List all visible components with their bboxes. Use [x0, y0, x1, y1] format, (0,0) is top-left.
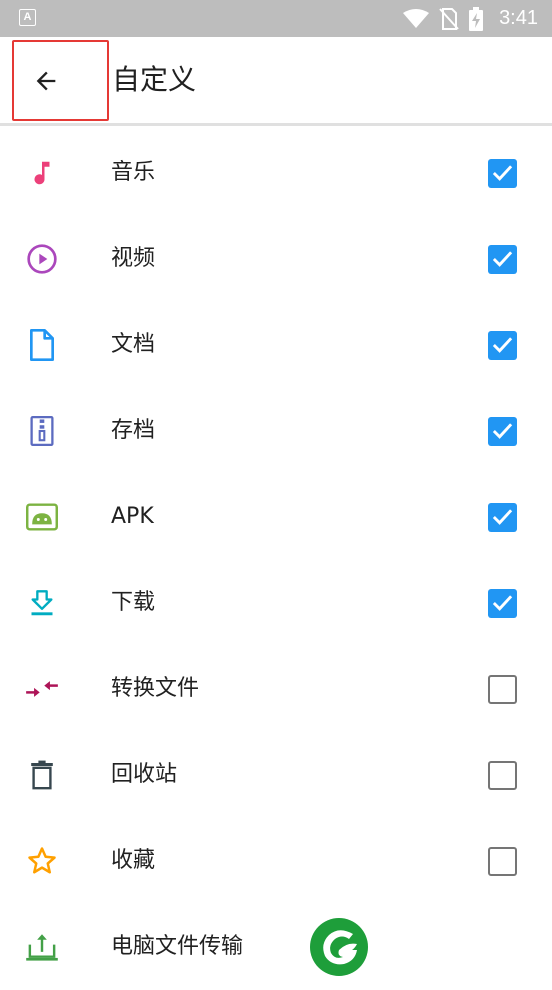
list-item-label: 存档	[111, 418, 156, 443]
page-title: 自定义	[112, 63, 197, 96]
no-sim-icon	[439, 7, 459, 30]
wifi-icon	[403, 8, 430, 28]
toolbar-divider	[0, 123, 552, 126]
checkbox[interactable]	[488, 417, 517, 446]
document-icon	[25, 328, 59, 362]
android-icon	[25, 500, 59, 534]
list-item-downloads[interactable]: 下载	[0, 560, 552, 646]
play-circle-icon	[25, 242, 59, 276]
trash-icon	[25, 758, 59, 792]
list-item-label: 收藏	[111, 848, 156, 873]
list-item-recycle-bin[interactable]: 回收站	[0, 732, 552, 818]
status-bar-right: 3:41	[403, 0, 538, 37]
leaf-logo-icon[interactable]	[309, 917, 369, 977]
list-item-label: 文档	[111, 332, 156, 357]
transfer-arrows-icon	[25, 672, 59, 706]
list-item-archives[interactable]: 存档	[0, 388, 552, 474]
list-item-favorites[interactable]: 收藏	[0, 818, 552, 904]
list-item-label: 下载	[111, 590, 156, 615]
checkbox[interactable]	[488, 503, 517, 532]
toolbar: 自定义	[0, 37, 552, 123]
pc-upload-icon	[25, 930, 59, 964]
category-list: 音乐 视频 文档 存档 APK 下载 转换文件 回收站 收藏 电脑文件传输	[0, 130, 552, 990]
list-item-apk[interactable]: APK	[0, 474, 552, 560]
list-item-label: 转换文件	[111, 676, 200, 701]
checkbox[interactable]	[488, 159, 517, 188]
checkbox[interactable]	[488, 331, 517, 360]
list-item-label: 视频	[111, 246, 156, 271]
list-item-video[interactable]: 视频	[0, 216, 552, 302]
archive-zip-icon	[25, 414, 59, 448]
a-letter-icon: A	[19, 9, 36, 26]
checkbox[interactable]	[488, 761, 517, 790]
download-icon	[25, 586, 59, 620]
music-note-icon	[25, 156, 59, 190]
checkbox[interactable]	[488, 589, 517, 618]
list-item-label: 回收站	[111, 762, 178, 787]
list-item-label: APK	[111, 504, 154, 529]
checkbox[interactable]	[488, 847, 517, 876]
list-item-pc-file-transfer[interactable]: 电脑文件传输	[0, 904, 552, 990]
checkbox[interactable]	[488, 245, 517, 274]
list-item-music[interactable]: 音乐	[0, 130, 552, 216]
back-button[interactable]	[12, 40, 109, 121]
list-item-label: 电脑文件传输	[111, 934, 244, 959]
list-item-documents[interactable]: 文档	[0, 302, 552, 388]
arrow-left-icon	[36, 71, 56, 90]
checkbox[interactable]	[488, 675, 517, 704]
list-item-converted-files[interactable]: 转换文件	[0, 646, 552, 732]
status-bar: A 3:41	[0, 0, 552, 37]
status-time: 3:41	[499, 7, 538, 29]
star-outline-icon	[25, 844, 59, 878]
battery-charging-icon	[469, 6, 484, 31]
list-item-label: 音乐	[111, 160, 156, 185]
